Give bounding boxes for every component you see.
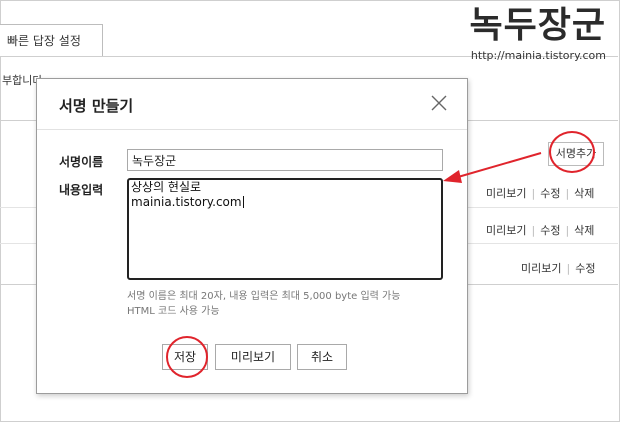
annotation-arrow	[443, 152, 542, 183]
